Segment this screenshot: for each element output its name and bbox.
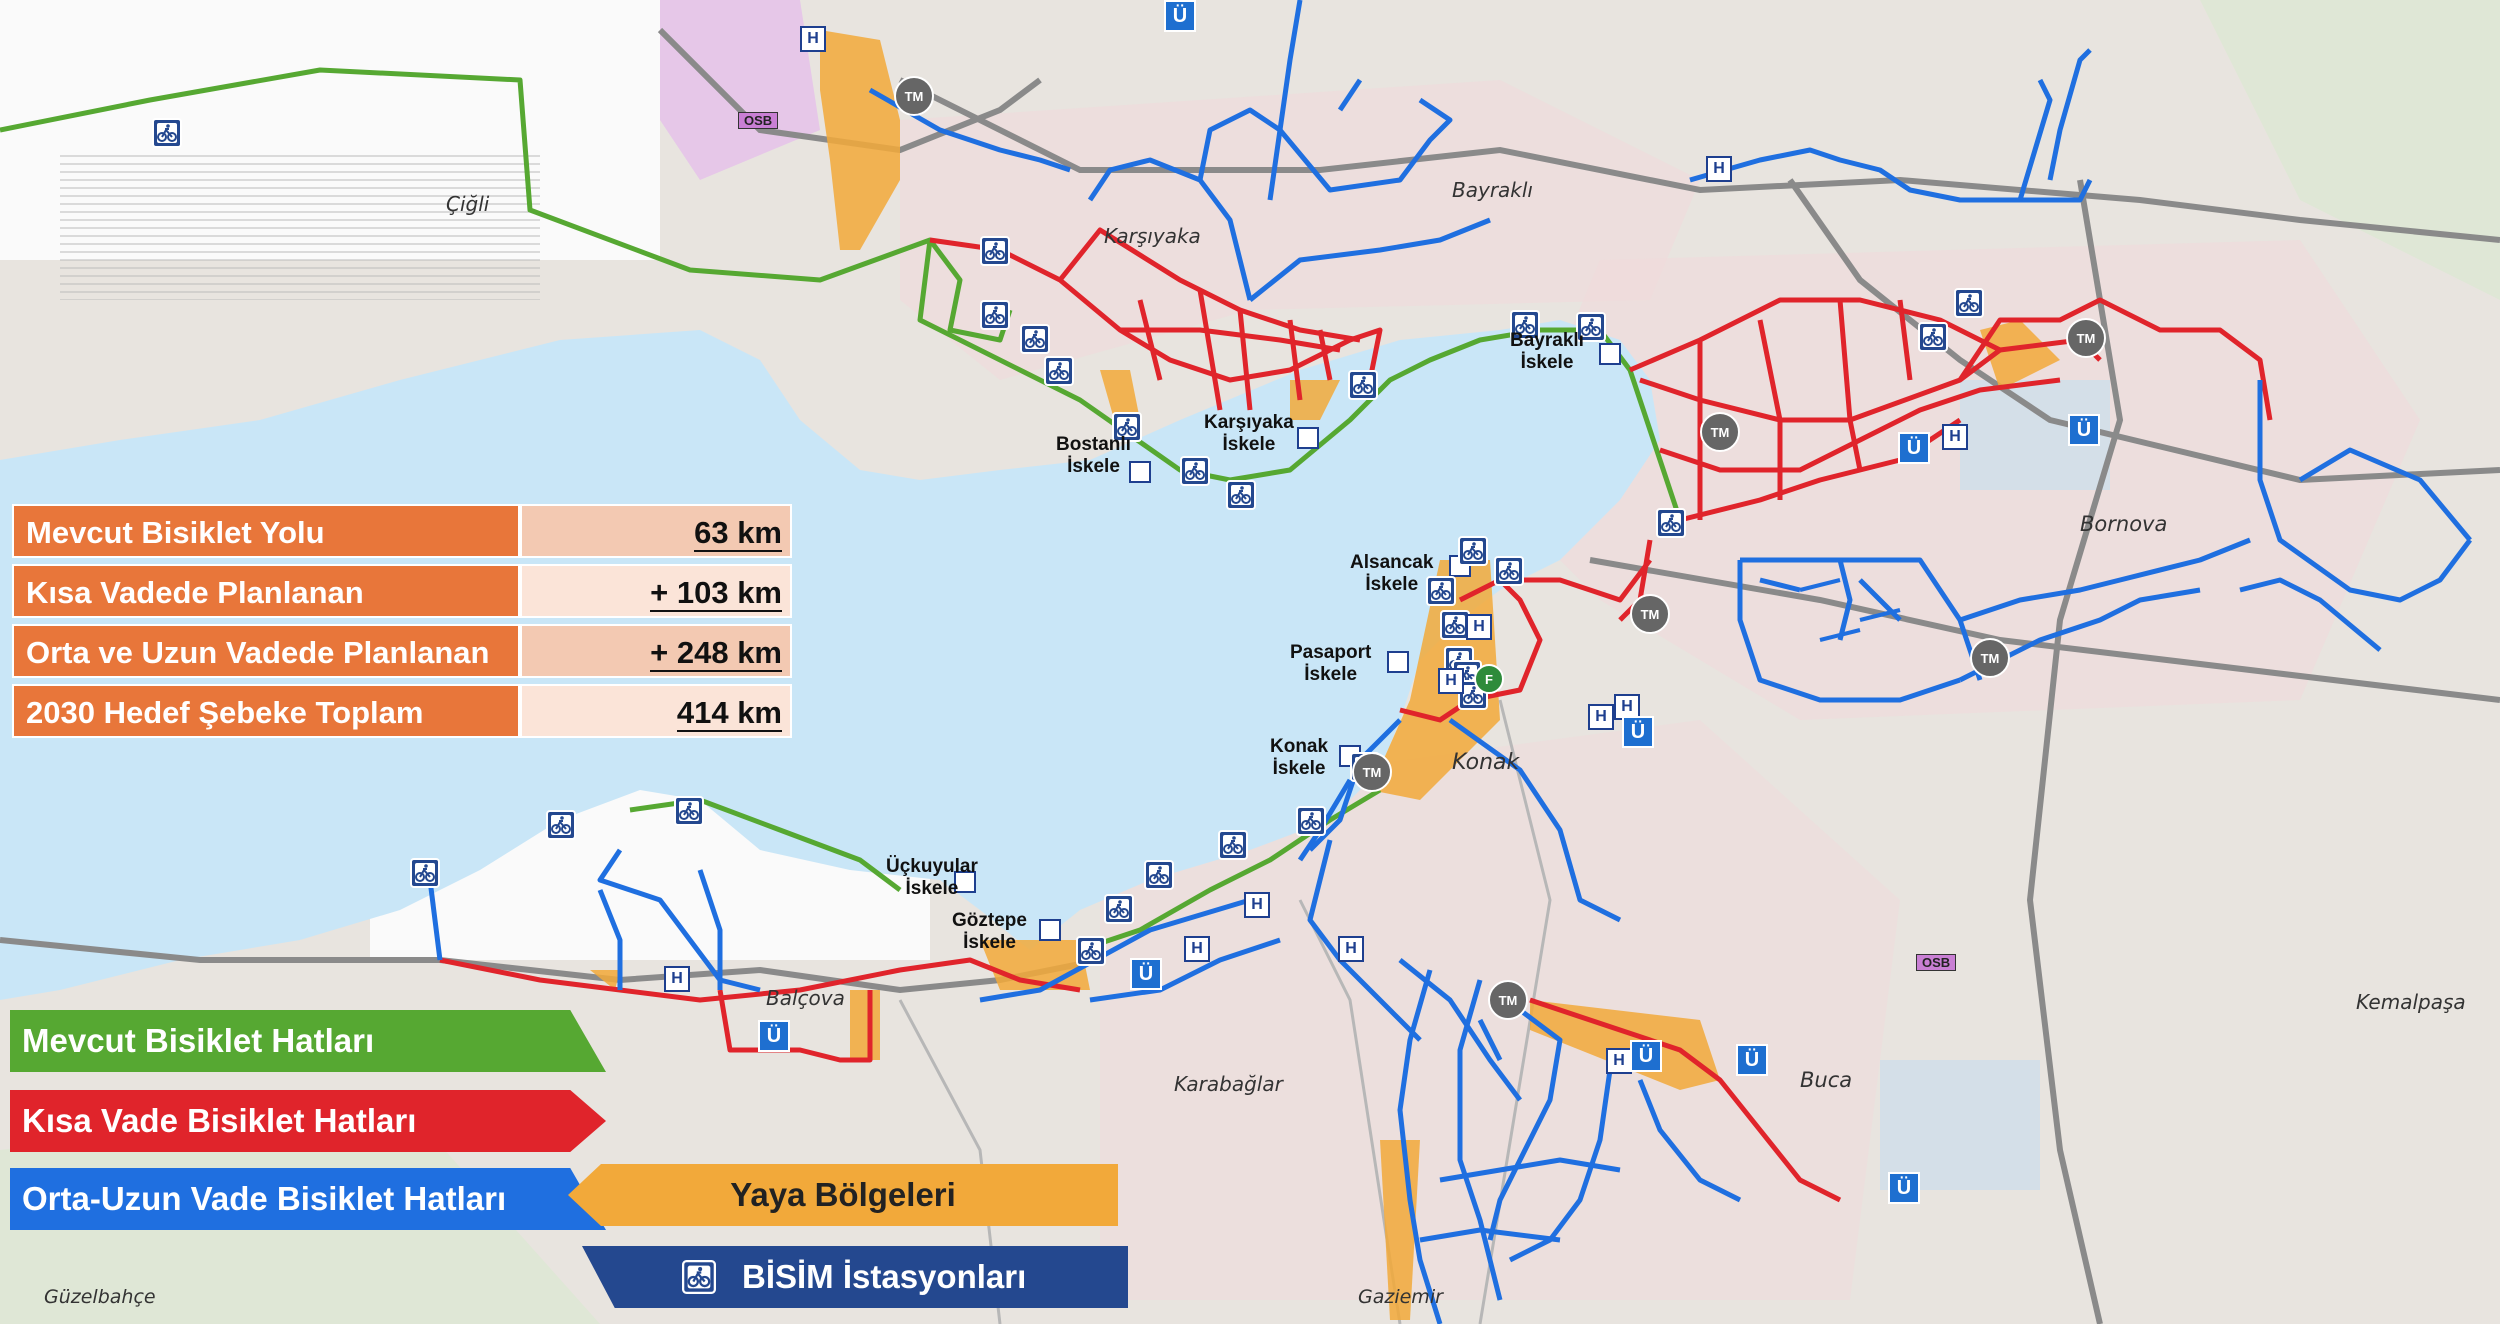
legend-existing-lanes: Mevcut Bisiklet Hatları (10, 1010, 606, 1072)
network-length-table: Mevcut Bisiklet Yolu 63 km Kısa Vadede P… (12, 504, 792, 744)
hospital-icon: H (1606, 1048, 1632, 1074)
stat-label: Orta ve Uzun Vadede Planlanan (12, 624, 520, 678)
hospital-icon: H (1244, 892, 1270, 918)
university-icon: Ü (1130, 958, 1162, 990)
pier-label-bayrakli: Bayraklı İskele (1510, 330, 1584, 373)
district-label-buca: Buca (1800, 1068, 1853, 1092)
stat-label: Kısa Vadede Planlanan (12, 564, 520, 618)
terminal-icon: TM (1352, 752, 1392, 792)
industrial-zone-badge: OSB (1916, 954, 1957, 971)
university-icon: Ü (758, 1020, 790, 1052)
bisim-station-icon (1020, 324, 1050, 354)
district-label-karabaglar: Karabağlar (1174, 1072, 1283, 1096)
bisim-station-icon (674, 796, 704, 826)
stat-row: Kısa Vadede Planlanan + 103 km (12, 564, 792, 618)
bisim-station-icon (410, 858, 440, 888)
bisim-station-icon (1494, 556, 1524, 586)
district-label-balcova: Balçova (766, 986, 845, 1010)
stat-value: 63 km (520, 504, 792, 558)
legend-pedestrian-zones: Yaya Bölgeleri (568, 1164, 1118, 1226)
pier-label-pasaport: Pasaport İskele (1290, 642, 1372, 685)
bisim-station-icon (980, 236, 1010, 266)
bisim-legend-icon (682, 1260, 716, 1294)
bisim-station-icon (1104, 894, 1134, 924)
pier-label-goztepe: Göztepe İskele (952, 910, 1027, 953)
stat-value: + 103 km (520, 564, 792, 618)
district-label-gaziemir: Gaziemir (1358, 1286, 1443, 1308)
bisim-station-icon (1076, 936, 1106, 966)
university-icon: Ü (1622, 716, 1654, 748)
hospital-icon: H (1588, 704, 1614, 730)
terminal-icon: TM (1630, 594, 1670, 634)
fair-icon: F (1474, 664, 1504, 694)
hospital-icon: H (1438, 668, 1464, 694)
bisim-station-icon (1458, 536, 1488, 566)
stat-row: 2030 Hedef Şebeke Toplam 414 km (12, 684, 792, 738)
bisim-station-icon (1348, 370, 1378, 400)
hospital-icon: H (664, 966, 690, 992)
district-label-kemalpasa: Kemalpaşa (2356, 990, 2466, 1014)
university-icon: Ü (2068, 414, 2100, 446)
stat-value: + 248 km (520, 624, 792, 678)
terminal-icon: TM (1700, 412, 1740, 452)
pier-label-karsiyaka: Karşıyaka İskele (1204, 412, 1294, 455)
stat-row: Mevcut Bisiklet Yolu 63 km (12, 504, 792, 558)
district-label-guzelbahce: Güzelbahçe (44, 1286, 156, 1308)
bisim-station-icon (152, 118, 182, 148)
stat-row: Orta ve Uzun Vadede Planlanan + 248 km (12, 624, 792, 678)
pier-label-konak: Konak İskele (1270, 736, 1329, 779)
university-icon: Ü (1164, 0, 1196, 32)
bisim-station-icon (1144, 860, 1174, 890)
university-icon: Ü (1898, 432, 1930, 464)
district-label-konak: Konak (1452, 750, 1520, 775)
pier-label-uckuyular: Üçkuyular İskele (886, 856, 978, 899)
legend-mid-long-term-lanes: Orta-Uzun Vade Bisiklet Hatları (10, 1168, 606, 1230)
industrial-zone-badge: OSB (738, 112, 779, 129)
district-label-bornova: Bornova (2080, 512, 2168, 536)
university-icon: Ü (1630, 1040, 1662, 1072)
district-label-bayrakli: Bayraklı (1452, 178, 1533, 202)
bisim-station-icon (1044, 356, 1074, 386)
university-icon: Ü (1736, 1044, 1768, 1076)
hospital-icon: H (1184, 936, 1210, 962)
bisim-station-icon (1180, 456, 1210, 486)
legend-bisim-stations: BİSİM İstasyonları (582, 1246, 1128, 1308)
terminal-icon: TM (894, 76, 934, 116)
hospital-icon: H (1338, 936, 1364, 962)
pier-label-bostanli: Bostanlı İskele (1056, 434, 1131, 477)
legend-short-term-lanes: Kısa Vade Bisiklet Hatları (10, 1090, 606, 1152)
terminal-icon: TM (1488, 980, 1528, 1020)
pier-label-alsancak: Alsancak İskele (1350, 552, 1434, 595)
stat-label: 2030 Hedef Şebeke Toplam (12, 684, 520, 738)
stat-label: Mevcut Bisiklet Yolu (12, 504, 520, 558)
bisim-station-icon (1656, 508, 1686, 538)
bisim-station-icon (1954, 288, 1984, 318)
terminal-icon: TM (1970, 638, 2010, 678)
university-icon: Ü (1888, 1172, 1920, 1204)
bisim-station-icon (1296, 806, 1326, 836)
district-label-karsiyaka: Karşıyaka (1104, 224, 1201, 248)
hospital-icon: H (1942, 424, 1968, 450)
stat-value: 414 km (520, 684, 792, 738)
district-label-cigli: Çiğli (446, 192, 490, 216)
terminal-icon: TM (2066, 318, 2106, 358)
hospital-icon: H (1706, 156, 1732, 182)
bisim-station-icon (980, 300, 1010, 330)
bisim-station-icon (1218, 830, 1248, 860)
bisim-station-icon (1226, 480, 1256, 510)
hospital-icon: H (1466, 614, 1492, 640)
bisim-station-icon (546, 810, 576, 840)
hospital-icon: H (800, 26, 826, 52)
bisim-station-icon (1918, 322, 1948, 352)
